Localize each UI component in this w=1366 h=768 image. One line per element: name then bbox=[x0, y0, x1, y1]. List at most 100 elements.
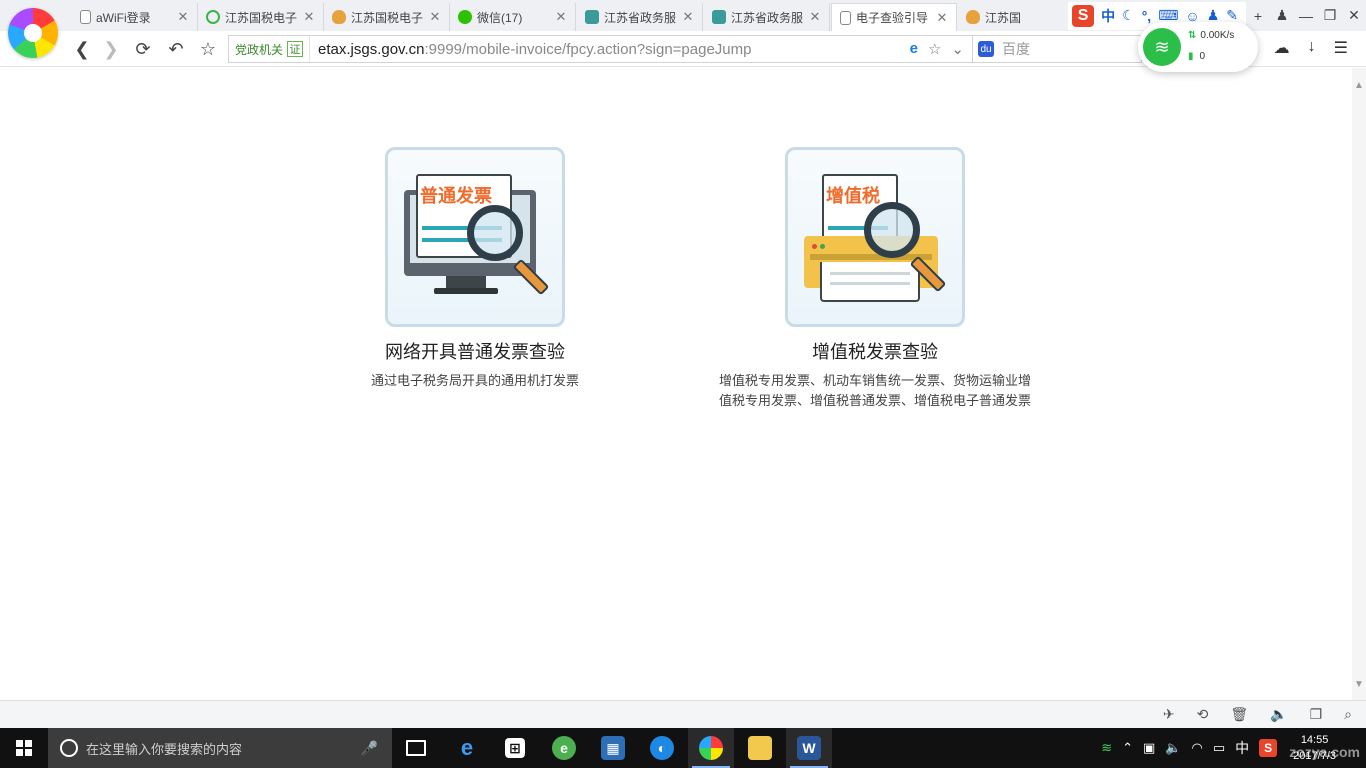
taskbar-app-film[interactable]: ▦ bbox=[590, 728, 636, 768]
tab-label: 江苏国税电子 bbox=[225, 10, 298, 25]
ordinary-invoice-card-icon[interactable]: 普通发票 bbox=[385, 147, 565, 327]
volume-icon[interactable]: 🔈 bbox=[1270, 706, 1287, 723]
ring-icon bbox=[206, 10, 220, 24]
tab-jsgs-1[interactable]: 江苏国税电子 ✕ bbox=[198, 3, 324, 31]
skin-icon[interactable]: ♟ bbox=[1270, 7, 1294, 24]
url-actions: e ☆ ⌄ bbox=[910, 40, 972, 58]
magnifier-icon bbox=[864, 202, 920, 258]
close-icon[interactable]: ✕ bbox=[303, 9, 315, 25]
maximize-icon[interactable]: ❐ bbox=[1318, 7, 1342, 24]
tab-label: 江苏省政务服 bbox=[731, 10, 804, 25]
taskbar-app-store[interactable]: ⊞ bbox=[492, 728, 538, 768]
tray-expand-icon[interactable]: ⌃ bbox=[1122, 740, 1133, 756]
tab-jsgs-3[interactable]: 江苏国 bbox=[958, 3, 1028, 31]
punctuation-icon[interactable]: °, bbox=[1142, 8, 1152, 24]
close-icon[interactable]: ✕ bbox=[809, 9, 821, 25]
film-icon: ▦ bbox=[601, 736, 625, 760]
taskbar-app-edge[interactable]: e bbox=[444, 728, 490, 768]
speedup-icon[interactable]: ⟲ bbox=[1197, 706, 1209, 723]
taskbar-search[interactable]: 在这里输入你要搜索的内容 🎤 bbox=[48, 728, 392, 768]
close-icon[interactable]: ✕ bbox=[429, 9, 441, 25]
bookmark-star-icon[interactable]: ☆ bbox=[928, 40, 941, 58]
paper-line bbox=[830, 272, 910, 275]
windows-icon bbox=[16, 740, 32, 756]
url-text[interactable]: etax.jsgs.gov.cn:9999/mobile-invoice/fpc… bbox=[310, 41, 910, 58]
scroll-up-icon[interactable]: ▲ bbox=[1354, 80, 1364, 91]
search-app-icon: ◐ bbox=[650, 736, 674, 760]
wireless-icon[interactable]: ◠ bbox=[1192, 740, 1203, 756]
menu-icon[interactable]: ☰ bbox=[1334, 38, 1348, 58]
sogou-tray-icon[interactable]: S bbox=[1259, 739, 1278, 757]
wifi-widget[interactable]: ≋ ⇅ 0.00K/s ▮ 0 bbox=[1138, 22, 1258, 72]
wifi-tray-icon[interactable]: ≋ bbox=[1101, 740, 1112, 756]
card-description: 增值税专用发票、机动车销售统一发票、货物运输业增 值税专用发票、增值税普通发票、… bbox=[695, 371, 1055, 411]
sogou-logo-icon[interactable]: S bbox=[1072, 4, 1095, 27]
taskbar: 在这里输入你要搜索的内容 🎤 e ⊞ e ▦ ◐ W ≋ ⌃ ▣ 🔈 ◠ ▭ 中… bbox=[0, 728, 1366, 768]
pin-icon[interactable]: ✈ bbox=[1163, 706, 1175, 723]
network-device-icon[interactable]: ▣ bbox=[1143, 740, 1155, 756]
task-view-button[interactable] bbox=[393, 728, 439, 768]
forward-icon[interactable]: ❯ bbox=[99, 37, 123, 61]
url-field[interactable]: 党政机关 证 etax.jsgs.gov.cn:9999/mobile-invo… bbox=[228, 35, 973, 63]
tab-gov-2[interactable]: 江苏省政务服 ✕ bbox=[704, 3, 830, 31]
ime-mode[interactable]: 中 bbox=[1101, 6, 1115, 26]
search-box[interactable]: du 百度 bbox=[972, 35, 1142, 63]
favorite-icon[interactable]: ☆ bbox=[196, 37, 220, 61]
scroll-down-icon[interactable]: ▼ bbox=[1354, 679, 1364, 690]
printed-paper bbox=[820, 262, 920, 302]
moon-icon[interactable]: ☾ bbox=[1122, 7, 1135, 24]
tab-jsgs-2[interactable]: 江苏国税电子 ✕ bbox=[324, 3, 450, 31]
close-icon[interactable]: ✕ bbox=[555, 9, 567, 25]
battery-icon[interactable]: ▭ bbox=[1213, 740, 1225, 756]
url-path: :9999/mobile-invoice/fpcy.action?sign=pa… bbox=[424, 40, 752, 58]
cloud-icon[interactable]: ☁ bbox=[1274, 38, 1290, 58]
zoom-icon[interactable]: ⌕ bbox=[1344, 706, 1352, 723]
vat-invoice-card-icon[interactable]: 增值税 bbox=[785, 147, 965, 327]
browser-logo[interactable] bbox=[8, 8, 58, 58]
back-icon[interactable]: ❮ bbox=[70, 37, 94, 61]
download-icon[interactable]: ↓ bbox=[1308, 38, 1316, 58]
tab-label: 江苏国税电子 bbox=[351, 10, 424, 25]
gov-icon bbox=[712, 10, 726, 24]
taskbar-search-placeholder: 在这里输入你要搜索的内容 bbox=[86, 741, 243, 757]
window-icon[interactable]: ❐ bbox=[1310, 706, 1323, 723]
close-icon[interactable]: ✕ bbox=[177, 9, 189, 25]
vertical-scrollbar[interactable]: ▲ ▼ bbox=[1352, 68, 1366, 700]
close-icon[interactable]: ✕ bbox=[936, 10, 948, 26]
close-icon[interactable]: ✕ bbox=[682, 9, 694, 25]
tab-wechat[interactable]: 微信(17) ✕ bbox=[450, 3, 576, 31]
tab-label: aWiFi登录 bbox=[96, 10, 151, 25]
close-window-icon[interactable]: ✕ bbox=[1342, 7, 1366, 24]
taskbar-app-browser[interactable] bbox=[688, 728, 734, 768]
printer-led-red bbox=[812, 244, 817, 249]
page-content: 普通发票 网络开具普通发票查验 通过电子税务局开具的通用机打发票 增值税 增值税… bbox=[0, 68, 1352, 700]
start-button[interactable] bbox=[0, 728, 48, 768]
taskbar-app-search[interactable]: ◐ bbox=[639, 728, 685, 768]
360-browser-icon: e bbox=[552, 736, 576, 760]
gov-badge[interactable]: 党政机关 证 bbox=[229, 36, 311, 62]
minimize-icon[interactable]: — bbox=[1294, 8, 1318, 24]
tab-invoice-check[interactable]: 电子查验引导 ✕ bbox=[831, 3, 957, 31]
dropdown-chevron-icon[interactable]: ⌄ bbox=[951, 40, 964, 58]
description-line: 增值税专用发票、机动车销售统一发票、货物运输业增 bbox=[718, 373, 1031, 388]
taskbar-app-explorer[interactable] bbox=[737, 728, 783, 768]
undo-icon[interactable]: ↶ bbox=[164, 37, 188, 61]
card-title[interactable]: 增值税发票查验 bbox=[675, 338, 1075, 364]
ie-mode-icon[interactable]: e bbox=[910, 40, 918, 58]
baidu-icon[interactable]: du bbox=[978, 41, 994, 57]
tab-awifi[interactable]: aWiFi登录 ✕ bbox=[72, 3, 198, 31]
new-tab-icon[interactable]: + bbox=[1246, 8, 1270, 24]
taskbar-app-360[interactable]: e bbox=[541, 728, 587, 768]
tab-gov-1[interactable]: 江苏省政务服 ✕ bbox=[577, 3, 703, 31]
speaker-icon[interactable]: 🔈 bbox=[1165, 740, 1181, 756]
ime-indicator[interactable]: 中 bbox=[1235, 738, 1249, 758]
tab-label: 江苏省政务服 bbox=[604, 10, 677, 25]
reload-icon[interactable]: ⟳ bbox=[131, 37, 155, 61]
taskbar-app-word[interactable]: W bbox=[786, 728, 832, 768]
task-view-icon bbox=[406, 740, 426, 756]
screen: aWiFi登录 ✕ 江苏国税电子 ✕ 江苏国税电子 ✕ 微信(17) ✕ 江苏省… bbox=[0, 0, 1366, 768]
trash-icon[interactable]: 🗑 bbox=[1230, 706, 1248, 723]
url-host: etax.jsgs.gov.cn bbox=[318, 40, 425, 58]
card-title[interactable]: 网络开具普通发票查验 bbox=[275, 338, 675, 364]
microphone-icon[interactable]: 🎤 bbox=[361, 740, 378, 757]
